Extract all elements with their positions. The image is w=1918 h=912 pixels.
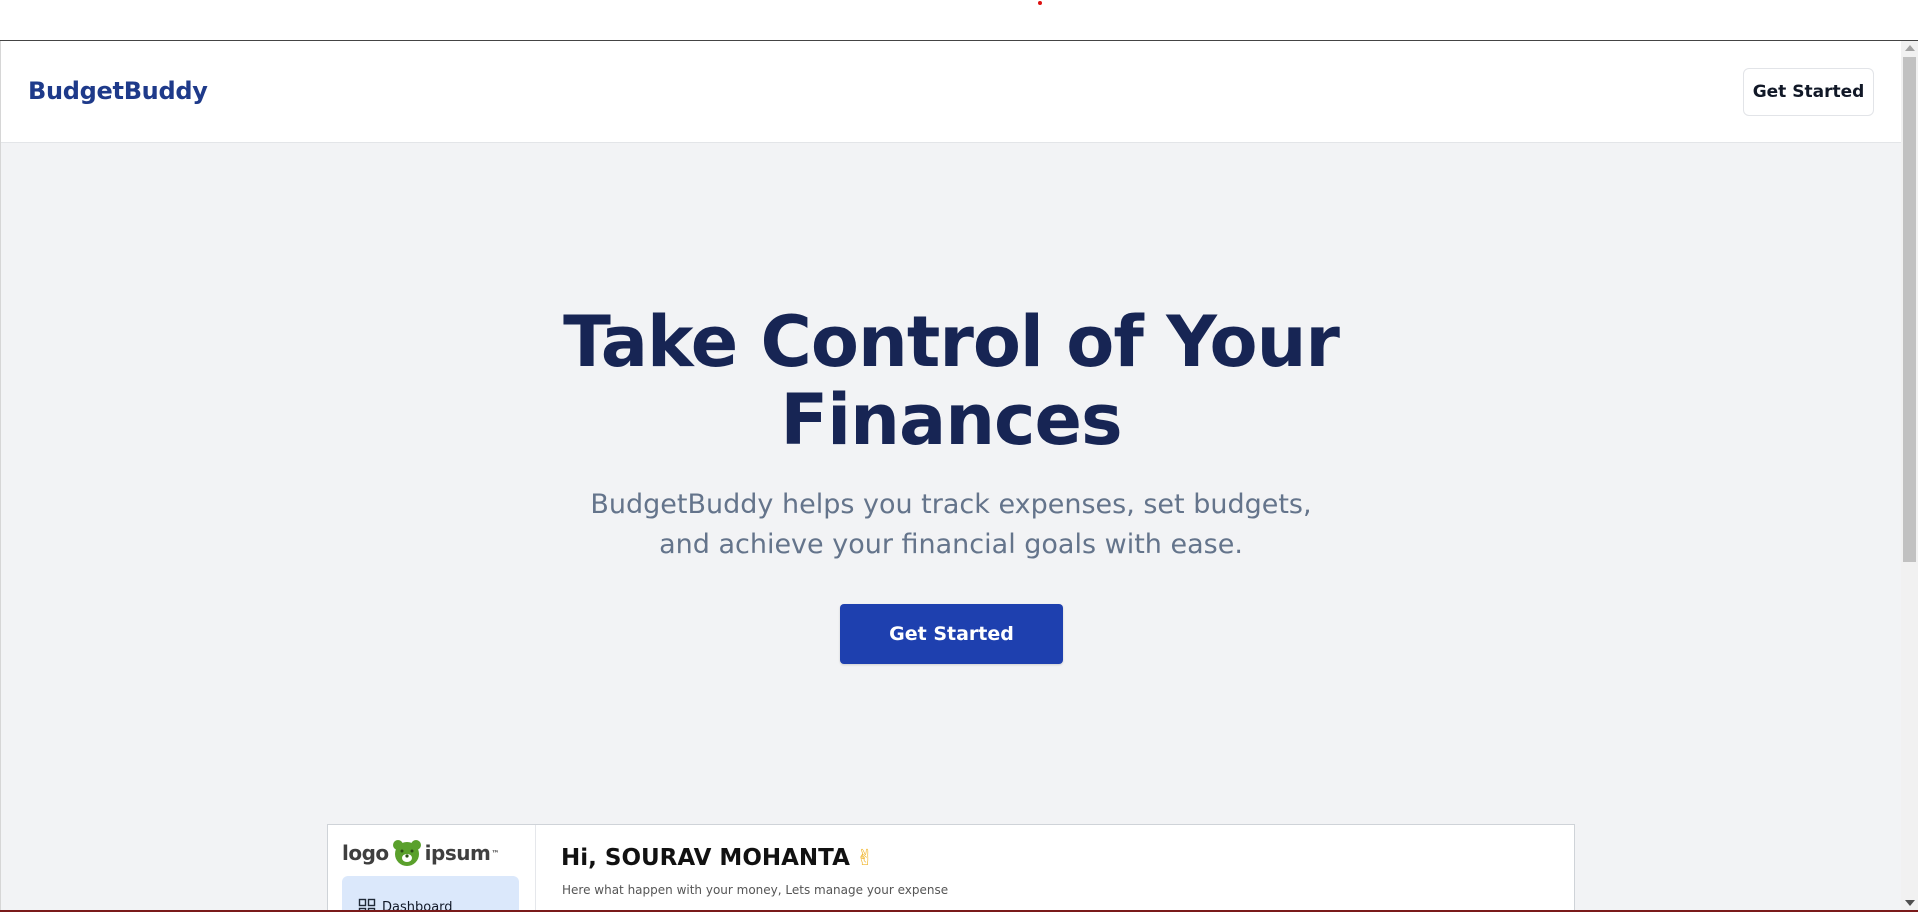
preview-tagline: Here what happen with your money, Lets m… [562, 883, 949, 897]
preview-nav-dashboard[interactable]: Dashboard [342, 876, 519, 910]
site-header: BudgetBuddy Get Started [1, 41, 1901, 143]
dashboard-grid-icon [358, 898, 376, 910]
screen: BudgetBuddy Get Started Take Control of … [0, 0, 1918, 912]
browser-top-strip [0, 0, 1918, 41]
logo-trademark: ™ [491, 848, 499, 858]
hero-subtitle-line-2: and achieve your financial goals with ea… [659, 529, 1243, 560]
preview-logo: logo ipsum ™ [342, 839, 499, 867]
header-get-started-button[interactable]: Get Started [1743, 68, 1874, 116]
logo-text-right: ipsum [424, 841, 491, 865]
recording-indicator-dot [1038, 1, 1042, 5]
victory-hand-icon: ✌ [855, 845, 875, 871]
vertical-scrollbar[interactable] [1901, 41, 1918, 910]
hero-title: Take Control of Your Finances [1, 303, 1901, 459]
scroll-up-arrow-icon[interactable] [1905, 45, 1915, 51]
dashboard-preview: logo ipsum ™ Dashboard Hi, SOURAV MOHANT… [327, 824, 1575, 910]
preview-greeting: Hi, SOURAV MOHANTA ✌ [561, 845, 874, 871]
brand-logo[interactable]: BudgetBuddy [28, 77, 208, 105]
hero-subtitle-line-1: BudgetBuddy helps you track expenses, se… [590, 489, 1312, 520]
preview-nav-dashboard-label: Dashboard [382, 899, 453, 911]
hero-title-line-2: Finances [780, 379, 1122, 461]
preview-sidebar: logo ipsum ™ Dashboard [328, 825, 536, 910]
preview-greeting-text: Hi, SOURAV MOHANTA [561, 845, 850, 871]
scrollbar-thumb[interactable] [1903, 57, 1916, 562]
hero-subtitle: BudgetBuddy helps you track expenses, se… [551, 485, 1351, 565]
hero-title-line-1: Take Control of Your [563, 301, 1340, 383]
page-viewport: BudgetBuddy Get Started Take Control of … [0, 41, 1901, 910]
logo-text-left: logo [342, 841, 389, 865]
scroll-down-arrow-icon[interactable] [1905, 900, 1915, 906]
bear-logo-icon [392, 840, 421, 866]
hero-get-started-button[interactable]: Get Started [840, 604, 1063, 664]
